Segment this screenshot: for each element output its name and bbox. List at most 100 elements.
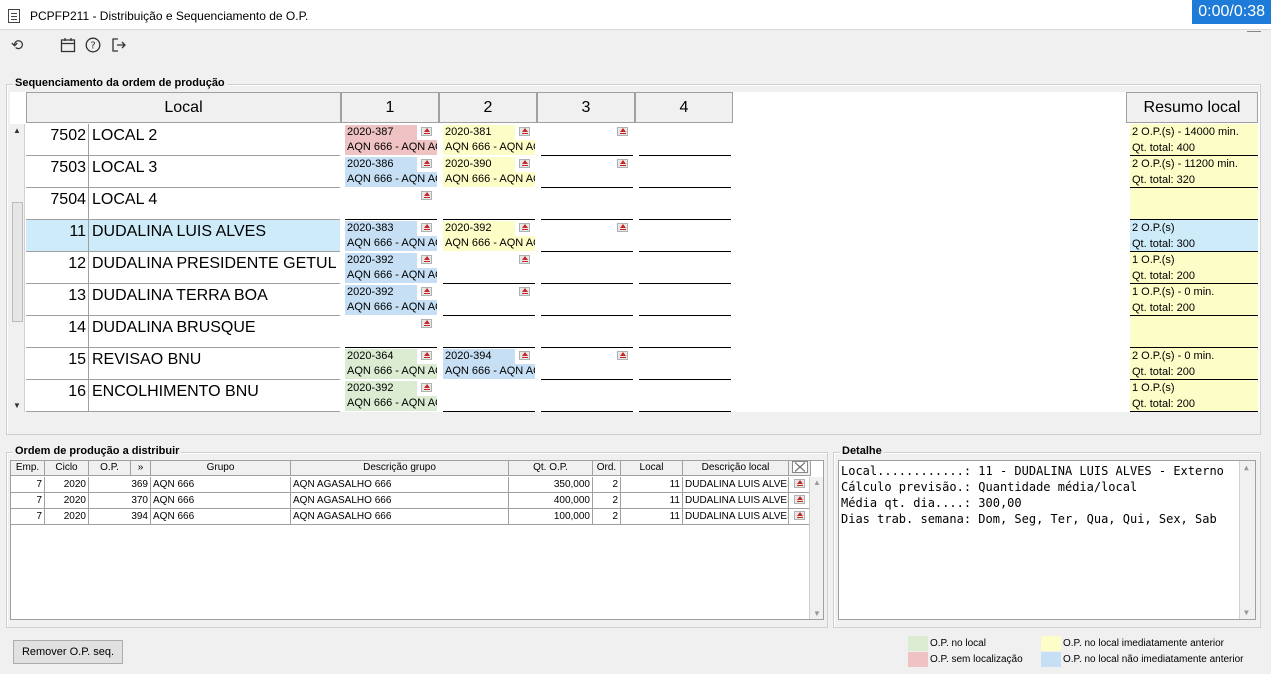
local-row[interactable]: 16 ENCOLHIMENTO BNU	[26, 380, 340, 412]
header-col-4[interactable]: 4	[635, 92, 733, 123]
eject-icon[interactable]	[421, 223, 432, 232]
header-col-3[interactable]: 3	[537, 92, 635, 123]
sequence-cell[interactable]	[541, 316, 633, 348]
local-row[interactable]: 7503 LOCAL 3	[26, 156, 340, 188]
col-descricao-local[interactable]: Descrição local	[683, 461, 789, 476]
eject-icon[interactable]	[421, 351, 432, 360]
eject-icon[interactable]	[421, 255, 432, 264]
scroll-down-icon[interactable]: ▼	[1244, 608, 1249, 617]
header-local[interactable]: Local	[26, 92, 341, 123]
eject-icon[interactable]	[519, 287, 530, 296]
scroll-down-icon[interactable]: ▼	[13, 401, 21, 410]
sequence-cell[interactable]	[639, 284, 731, 316]
sequence-cell[interactable]: 2020-383 AQN 666 - AQN AG	[345, 220, 437, 252]
col-op[interactable]: O.P.	[89, 461, 131, 476]
eject-icon[interactable]	[421, 383, 432, 392]
local-row[interactable]: 11 DUDALINA LUIS ALVES	[26, 220, 340, 252]
sequence-cell[interactable]	[541, 348, 633, 380]
eject-icon[interactable]	[794, 511, 805, 520]
remove-op-seq-button[interactable]: Remover O.P. seq.	[13, 640, 123, 664]
sequence-cell[interactable]	[639, 380, 731, 412]
scroll-up-icon[interactable]: ▲	[13, 126, 21, 135]
sequence-cell[interactable]	[541, 220, 633, 252]
help-icon[interactable]: ?	[84, 37, 102, 55]
col-qt-op[interactable]: Qt. O.P.	[509, 461, 593, 476]
clear-all-button[interactable]	[789, 461, 811, 476]
sequence-cell[interactable]	[443, 188, 535, 220]
sequence-cell[interactable]	[639, 220, 731, 252]
col-expand[interactable]: »	[131, 461, 151, 476]
sequence-cell[interactable]: 2020-392 AQN 666 - AQN AG	[345, 252, 437, 284]
sequence-cell[interactable]	[639, 188, 731, 220]
sequence-cell[interactable]	[541, 284, 633, 316]
local-row[interactable]: 12 DUDALINA PRESIDENTE GETUL	[26, 252, 340, 284]
sequence-cell[interactable]: 2020-364 AQN 666 - AQN AG	[345, 348, 437, 380]
local-row[interactable]: 14 DUDALINA BRUSQUE	[26, 316, 340, 348]
orders-vertical-scrollbar[interactable]: ▲ ▼	[809, 477, 823, 619]
sequence-cell[interactable]: 2020-392 AQN 666 - AQN AG	[443, 220, 535, 252]
panel-collapse-icon[interactable]	[1247, 31, 1261, 37]
sequence-cell[interactable]: 2020-387 AQN 666 - AQN AG	[345, 124, 437, 156]
eject-icon[interactable]	[421, 191, 432, 200]
eject-icon[interactable]	[519, 223, 530, 232]
col-local[interactable]: Local	[621, 461, 683, 476]
sequence-cell[interactable]	[443, 380, 535, 412]
col-ord[interactable]: Ord.	[593, 461, 621, 476]
scroll-down-icon[interactable]: ▼	[813, 609, 821, 618]
local-row[interactable]: 7502 LOCAL 2	[26, 124, 340, 156]
local-row[interactable]: 13 DUDALINA TERRA BOA	[26, 284, 340, 316]
sequence-cell[interactable]	[541, 252, 633, 284]
header-col-1[interactable]: 1	[341, 92, 439, 123]
scroll-up-icon[interactable]: ▲	[813, 478, 821, 487]
detail-vertical-scrollbar[interactable]: ▲ ▼	[1239, 461, 1255, 619]
col-grupo[interactable]: Grupo	[151, 461, 291, 476]
calendar-icon[interactable]	[59, 37, 77, 55]
scroll-thumb[interactable]	[12, 202, 23, 322]
grid-vertical-scrollbar[interactable]: ▲ ▼	[10, 124, 25, 412]
eject-icon[interactable]	[617, 159, 628, 168]
sequence-cell[interactable]: 2020-392 AQN 666 - AQN AG	[345, 284, 437, 316]
local-row[interactable]: 7504 LOCAL 4	[26, 188, 340, 220]
sequence-cell[interactable]	[639, 156, 731, 188]
sequence-cell[interactable]: 2020-392 AQN 666 - AQN AG	[345, 380, 437, 412]
sequence-cell[interactable]: 2020-386 AQN 666 - AQN AG	[345, 156, 437, 188]
eject-icon[interactable]	[794, 495, 805, 504]
eject-icon[interactable]	[794, 479, 805, 488]
local-row[interactable]: 15 REVISAO BNU	[26, 348, 340, 380]
order-row[interactable]: 7 2020 369 AQN 666 AQN AGASALHO 666 350,000 2 1…	[11, 477, 809, 493]
sequence-cell[interactable]	[443, 316, 535, 348]
eject-icon[interactable]	[519, 255, 530, 264]
header-col-2[interactable]: 2	[439, 92, 537, 123]
sequence-cell[interactable]	[345, 316, 437, 348]
sequence-cell[interactable]: 2020-381 AQN 666 - AQN AG	[443, 124, 535, 156]
order-row[interactable]: 7 2020 394 AQN 666 AQN AGASALHO 666 100,000 2 1…	[11, 509, 809, 525]
col-descricao-grupo[interactable]: Descrição grupo	[291, 461, 509, 476]
eject-icon[interactable]	[519, 159, 530, 168]
sequence-cell[interactable]	[443, 252, 535, 284]
order-row[interactable]: 7 2020 370 AQN 666 AQN AGASALHO 666 400,000 2 1…	[11, 493, 809, 509]
eject-icon[interactable]	[617, 223, 628, 232]
sequence-cell[interactable]	[541, 188, 633, 220]
scroll-up-icon[interactable]: ▲	[1244, 463, 1249, 472]
sequence-cell[interactable]: 2020-390 AQN 666 - AQN AG	[443, 156, 535, 188]
sequence-cell[interactable]	[443, 284, 535, 316]
col-ciclo[interactable]: Ciclo	[45, 461, 89, 476]
sequence-cell[interactable]	[541, 380, 633, 412]
sequence-cell[interactable]	[639, 124, 731, 156]
refresh-icon[interactable]: ⟲	[8, 37, 26, 55]
eject-icon[interactable]	[421, 319, 432, 328]
eject-icon[interactable]	[421, 127, 432, 136]
exit-icon[interactable]	[110, 37, 128, 55]
detail-text[interactable]: Local............: 11 - DUDALINA LUIS AL…	[838, 460, 1256, 620]
eject-icon[interactable]	[519, 127, 530, 136]
eject-icon[interactable]	[421, 159, 432, 168]
sequence-cell[interactable]	[639, 348, 731, 380]
col-emp[interactable]: Emp.	[11, 461, 45, 476]
sequence-cell[interactable]	[345, 188, 437, 220]
eject-icon[interactable]	[617, 351, 628, 360]
sequence-cell[interactable]	[639, 316, 731, 348]
sequence-cell[interactable]	[541, 156, 633, 188]
sequence-cell[interactable]	[639, 252, 731, 284]
eject-icon[interactable]	[519, 351, 530, 360]
eject-icon[interactable]	[421, 287, 432, 296]
